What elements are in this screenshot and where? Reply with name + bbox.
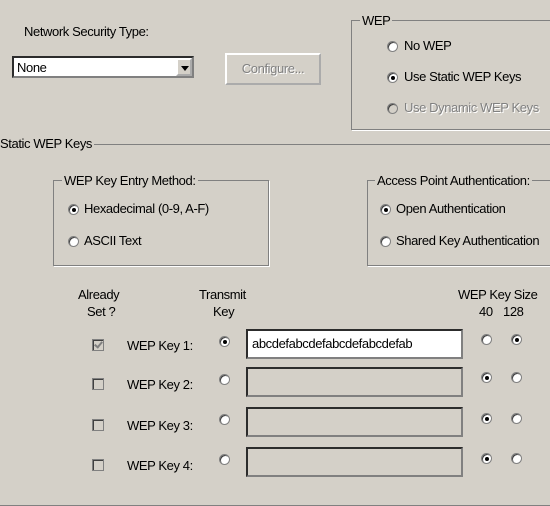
hexadecimal-label: Hexadecimal (0-9, A-F) xyxy=(84,201,209,216)
static-wep-keys-title: Static WEP Keys xyxy=(0,136,95,151)
wep-key-3-input[interactable] xyxy=(246,407,463,437)
wep-group-title: WEP xyxy=(360,13,393,28)
wep-key-1-value: abcdefabcdefabcdefabcdefab xyxy=(252,336,413,351)
wep-key-4-input[interactable] xyxy=(246,447,463,477)
static-wep-label: Use Static WEP Keys xyxy=(404,69,522,84)
dynamic-wep-radio[interactable] xyxy=(387,103,398,114)
open-auth-label: Open Authentication xyxy=(396,201,506,216)
ap-auth-title: Access Point Authentication: xyxy=(375,173,532,188)
shared-key-auth-label: Shared Key Authentication xyxy=(396,233,540,248)
wep-key-2-label: WEP Key 2: xyxy=(127,377,193,392)
ascii-text-radio[interactable] xyxy=(68,236,79,247)
entry-method-group xyxy=(53,180,269,266)
wep-key-3-label: WEP Key 3: xyxy=(127,418,193,433)
key-1-size-40-radio[interactable] xyxy=(481,334,492,345)
shared-key-auth-radio[interactable] xyxy=(380,236,391,247)
transmit-key-radio-3[interactable] xyxy=(219,414,230,425)
key-3-size-40-radio[interactable] xyxy=(481,413,492,424)
size-40-header: 40 xyxy=(479,304,493,319)
network-security-type-label: Network Security Type: xyxy=(24,24,149,39)
key-3-size-128-radio[interactable] xyxy=(511,413,522,424)
key-4-size-40-radio[interactable] xyxy=(481,453,492,464)
static-wep-radio[interactable] xyxy=(387,72,398,83)
already-set-header: Already xyxy=(78,287,120,302)
key-2-size-128-radio[interactable] xyxy=(511,372,522,383)
already-set-checkbox-4[interactable] xyxy=(92,459,104,471)
transmit-key-radio-1[interactable] xyxy=(219,336,230,347)
already-set-checkbox-3[interactable] xyxy=(92,419,104,431)
wep-key-1-label: WEP Key 1: xyxy=(127,338,193,353)
size-128-header: 128 xyxy=(503,304,524,319)
wep-key-2-input[interactable] xyxy=(246,367,463,397)
no-wep-label: No WEP xyxy=(404,38,452,53)
no-wep-radio[interactable] xyxy=(387,41,398,52)
transmit-key-radio-4[interactable] xyxy=(219,454,230,465)
hexadecimal-radio[interactable] xyxy=(68,204,79,215)
configure-button[interactable]: Configure... xyxy=(225,53,321,85)
transmit-key-header-2: Key xyxy=(213,304,235,319)
already-set-header-2: Set ? xyxy=(87,304,116,319)
entry-method-title: WEP Key Entry Method: xyxy=(62,173,198,188)
network-security-type-value: None xyxy=(17,60,47,75)
already-set-checkbox-2[interactable] xyxy=(92,378,104,390)
network-security-type-dropdown[interactable]: None xyxy=(12,56,194,78)
ap-auth-group xyxy=(367,180,550,266)
key-4-size-128-radio[interactable] xyxy=(511,453,522,464)
transmit-key-header: Transmit xyxy=(199,287,246,302)
ascii-text-label: ASCII Text xyxy=(84,233,142,248)
dynamic-wep-label: Use Dynamic WEP Keys xyxy=(404,100,539,115)
wep-key-1-input[interactable]: abcdefabcdefabcdefabcdefab xyxy=(246,329,463,359)
already-set-checkbox-1[interactable] xyxy=(92,339,104,351)
wep-key-4-label: WEP Key 4: xyxy=(127,458,193,473)
key-2-size-40-radio[interactable] xyxy=(481,372,492,383)
open-auth-radio[interactable] xyxy=(380,204,391,215)
chevron-down-icon[interactable] xyxy=(176,58,192,76)
transmit-key-radio-2[interactable] xyxy=(219,374,230,385)
key-1-size-128-radio[interactable] xyxy=(511,334,522,345)
wep-key-size-header: WEP Key Size xyxy=(458,287,538,302)
